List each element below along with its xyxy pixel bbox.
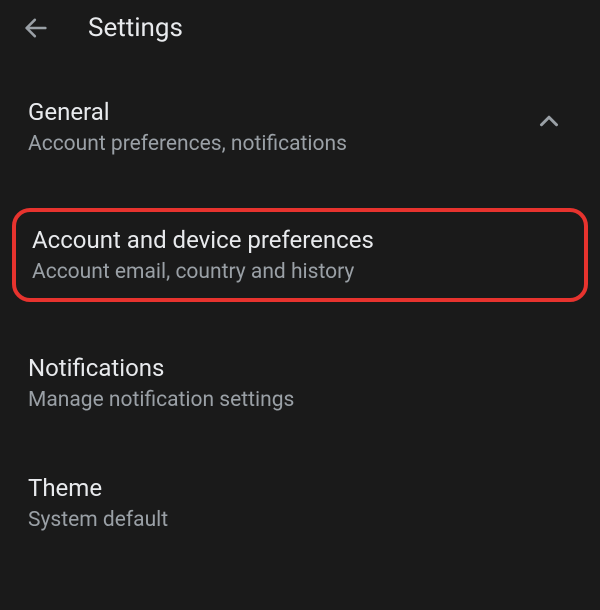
- settings-item-notifications[interactable]: Notifications Manage notification settin…: [0, 336, 600, 430]
- back-arrow-icon: [22, 14, 50, 42]
- chevron-up-icon: [534, 106, 564, 140]
- section-title: General: [28, 98, 534, 126]
- section-subtitle: System default: [28, 508, 572, 532]
- header: Settings: [0, 0, 600, 56]
- settings-list: General Account preferences, notificatio…: [0, 56, 600, 550]
- settings-item-theme[interactable]: Theme System default: [0, 456, 600, 550]
- section-title: Theme: [28, 474, 572, 502]
- page-title: Settings: [88, 13, 183, 43]
- settings-item-general[interactable]: General Account preferences, notificatio…: [0, 80, 600, 174]
- back-button[interactable]: [16, 8, 56, 48]
- section-title: Account and device preferences: [32, 226, 568, 254]
- section-subtitle: Manage notification settings: [28, 388, 572, 412]
- section-subtitle: Account email, country and history: [32, 260, 568, 284]
- section-title: Notifications: [28, 354, 572, 382]
- section-subtitle: Account preferences, notifications: [28, 132, 534, 156]
- settings-item-account-highlighted[interactable]: Account and device preferences Account e…: [12, 208, 588, 302]
